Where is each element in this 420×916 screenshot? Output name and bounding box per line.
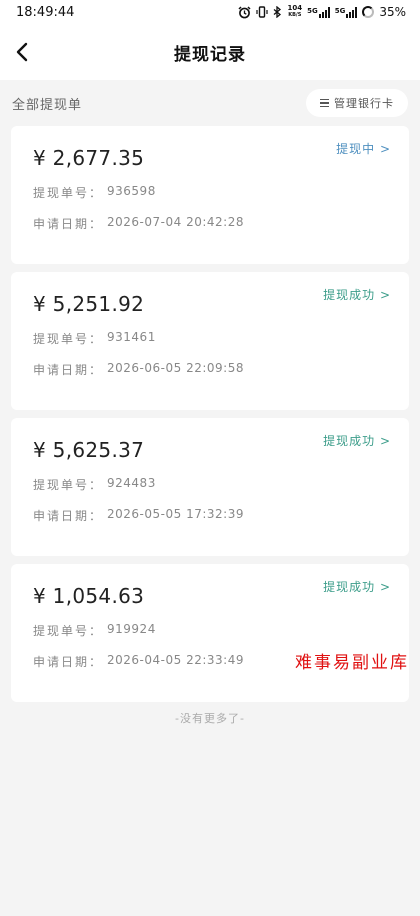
record-date-line: 申请日期： 2026-06-05 22:09:58 <box>33 361 409 378</box>
section-header: 全部提现单 管理银行卡 <box>0 80 420 126</box>
record-card[interactable]: ¥ 1,054.63 提现成功 > 提现单号： 919924 申请日期： 202… <box>11 564 409 702</box>
record-status-link[interactable]: 提现成功 > <box>323 578 391 595</box>
order-no-value: 924483 <box>107 476 156 490</box>
record-card[interactable]: ¥ 5,625.37 提现成功 > 提现单号： 924483 申请日期： 202… <box>11 418 409 556</box>
record-order-line: 提现单号： 936598 <box>33 184 409 201</box>
apply-date-label: 申请日期： <box>33 217 104 231</box>
record-date-line: 申请日期： 2026-07-04 20:42:28 <box>33 215 409 232</box>
signal-sim2-icon: 5G <box>335 6 358 18</box>
nav-bar: 提现记录 <box>0 24 420 80</box>
section-title: 全部提现单 <box>12 97 83 113</box>
vibrate-icon <box>256 6 269 18</box>
manage-bank-card-button[interactable]: 管理银行卡 <box>306 89 408 117</box>
apply-date-value: 2026-05-05 17:32:39 <box>107 507 244 521</box>
order-no-label: 提现单号： <box>33 332 104 346</box>
record-order-line: 提现单号： 924483 <box>33 476 409 493</box>
apply-date-label: 申请日期： <box>33 655 104 669</box>
record-order-line: 提现单号： 919924 <box>33 622 409 639</box>
record-card[interactable]: ¥ 5,251.92 提现成功 > 提现单号： 931461 申请日期： 202… <box>11 272 409 410</box>
record-date-line: 申请日期： 2026-05-05 17:32:39 <box>33 507 409 524</box>
signal-sim1-icon: 5G <box>307 6 330 18</box>
net-speed: 104 KB/S <box>287 4 303 19</box>
watermark-text: 难事易副业库 <box>295 653 409 673</box>
no-more-footer: -没有更多了- <box>175 712 245 725</box>
apply-date-label: 申请日期： <box>33 363 104 377</box>
status-time: 18:49:44 <box>16 4 75 20</box>
record-status-link[interactable]: 提现中 > <box>336 140 391 157</box>
order-no-label: 提现单号： <box>33 186 104 200</box>
order-no-value: 931461 <box>107 330 156 344</box>
apply-date-label: 申请日期： <box>33 509 104 523</box>
battery-icon <box>362 6 375 18</box>
order-no-label: 提现单号： <box>33 624 104 638</box>
apply-date-value: 2026-06-05 22:09:58 <box>107 361 244 375</box>
bluetooth-icon <box>273 6 282 18</box>
record-order-line: 提现单号： 931461 <box>33 330 409 347</box>
record-card[interactable]: ¥ 2,677.35 提现中 > 提现单号： 936598 申请日期： 2026… <box>11 126 409 264</box>
apply-date-value: 2026-04-05 22:33:49 <box>107 653 244 667</box>
apply-date-value: 2026-07-04 20:42:28 <box>107 215 244 229</box>
menu-icon <box>320 98 329 108</box>
order-no-value: 919924 <box>107 622 156 636</box>
status-icons: 104 KB/S 5G 5G 35% <box>238 5 406 19</box>
order-no-value: 936598 <box>107 184 156 198</box>
withdraw-record-list: ¥ 2,677.35 提现中 > 提现单号： 936598 申请日期： 2026… <box>0 126 420 702</box>
order-no-label: 提现单号： <box>33 478 104 492</box>
alarm-icon <box>238 5 251 19</box>
status-bar: 18:49:44 104 KB/S 5G 5G 35% <box>0 0 420 24</box>
back-arrow-icon[interactable] <box>10 40 34 64</box>
battery-percent: 35% <box>379 5 406 19</box>
page-title: 提现记录 <box>174 44 246 65</box>
record-status-link[interactable]: 提现成功 > <box>323 286 391 303</box>
manage-bank-card-label: 管理银行卡 <box>334 97 394 110</box>
record-status-link[interactable]: 提现成功 > <box>323 432 391 449</box>
